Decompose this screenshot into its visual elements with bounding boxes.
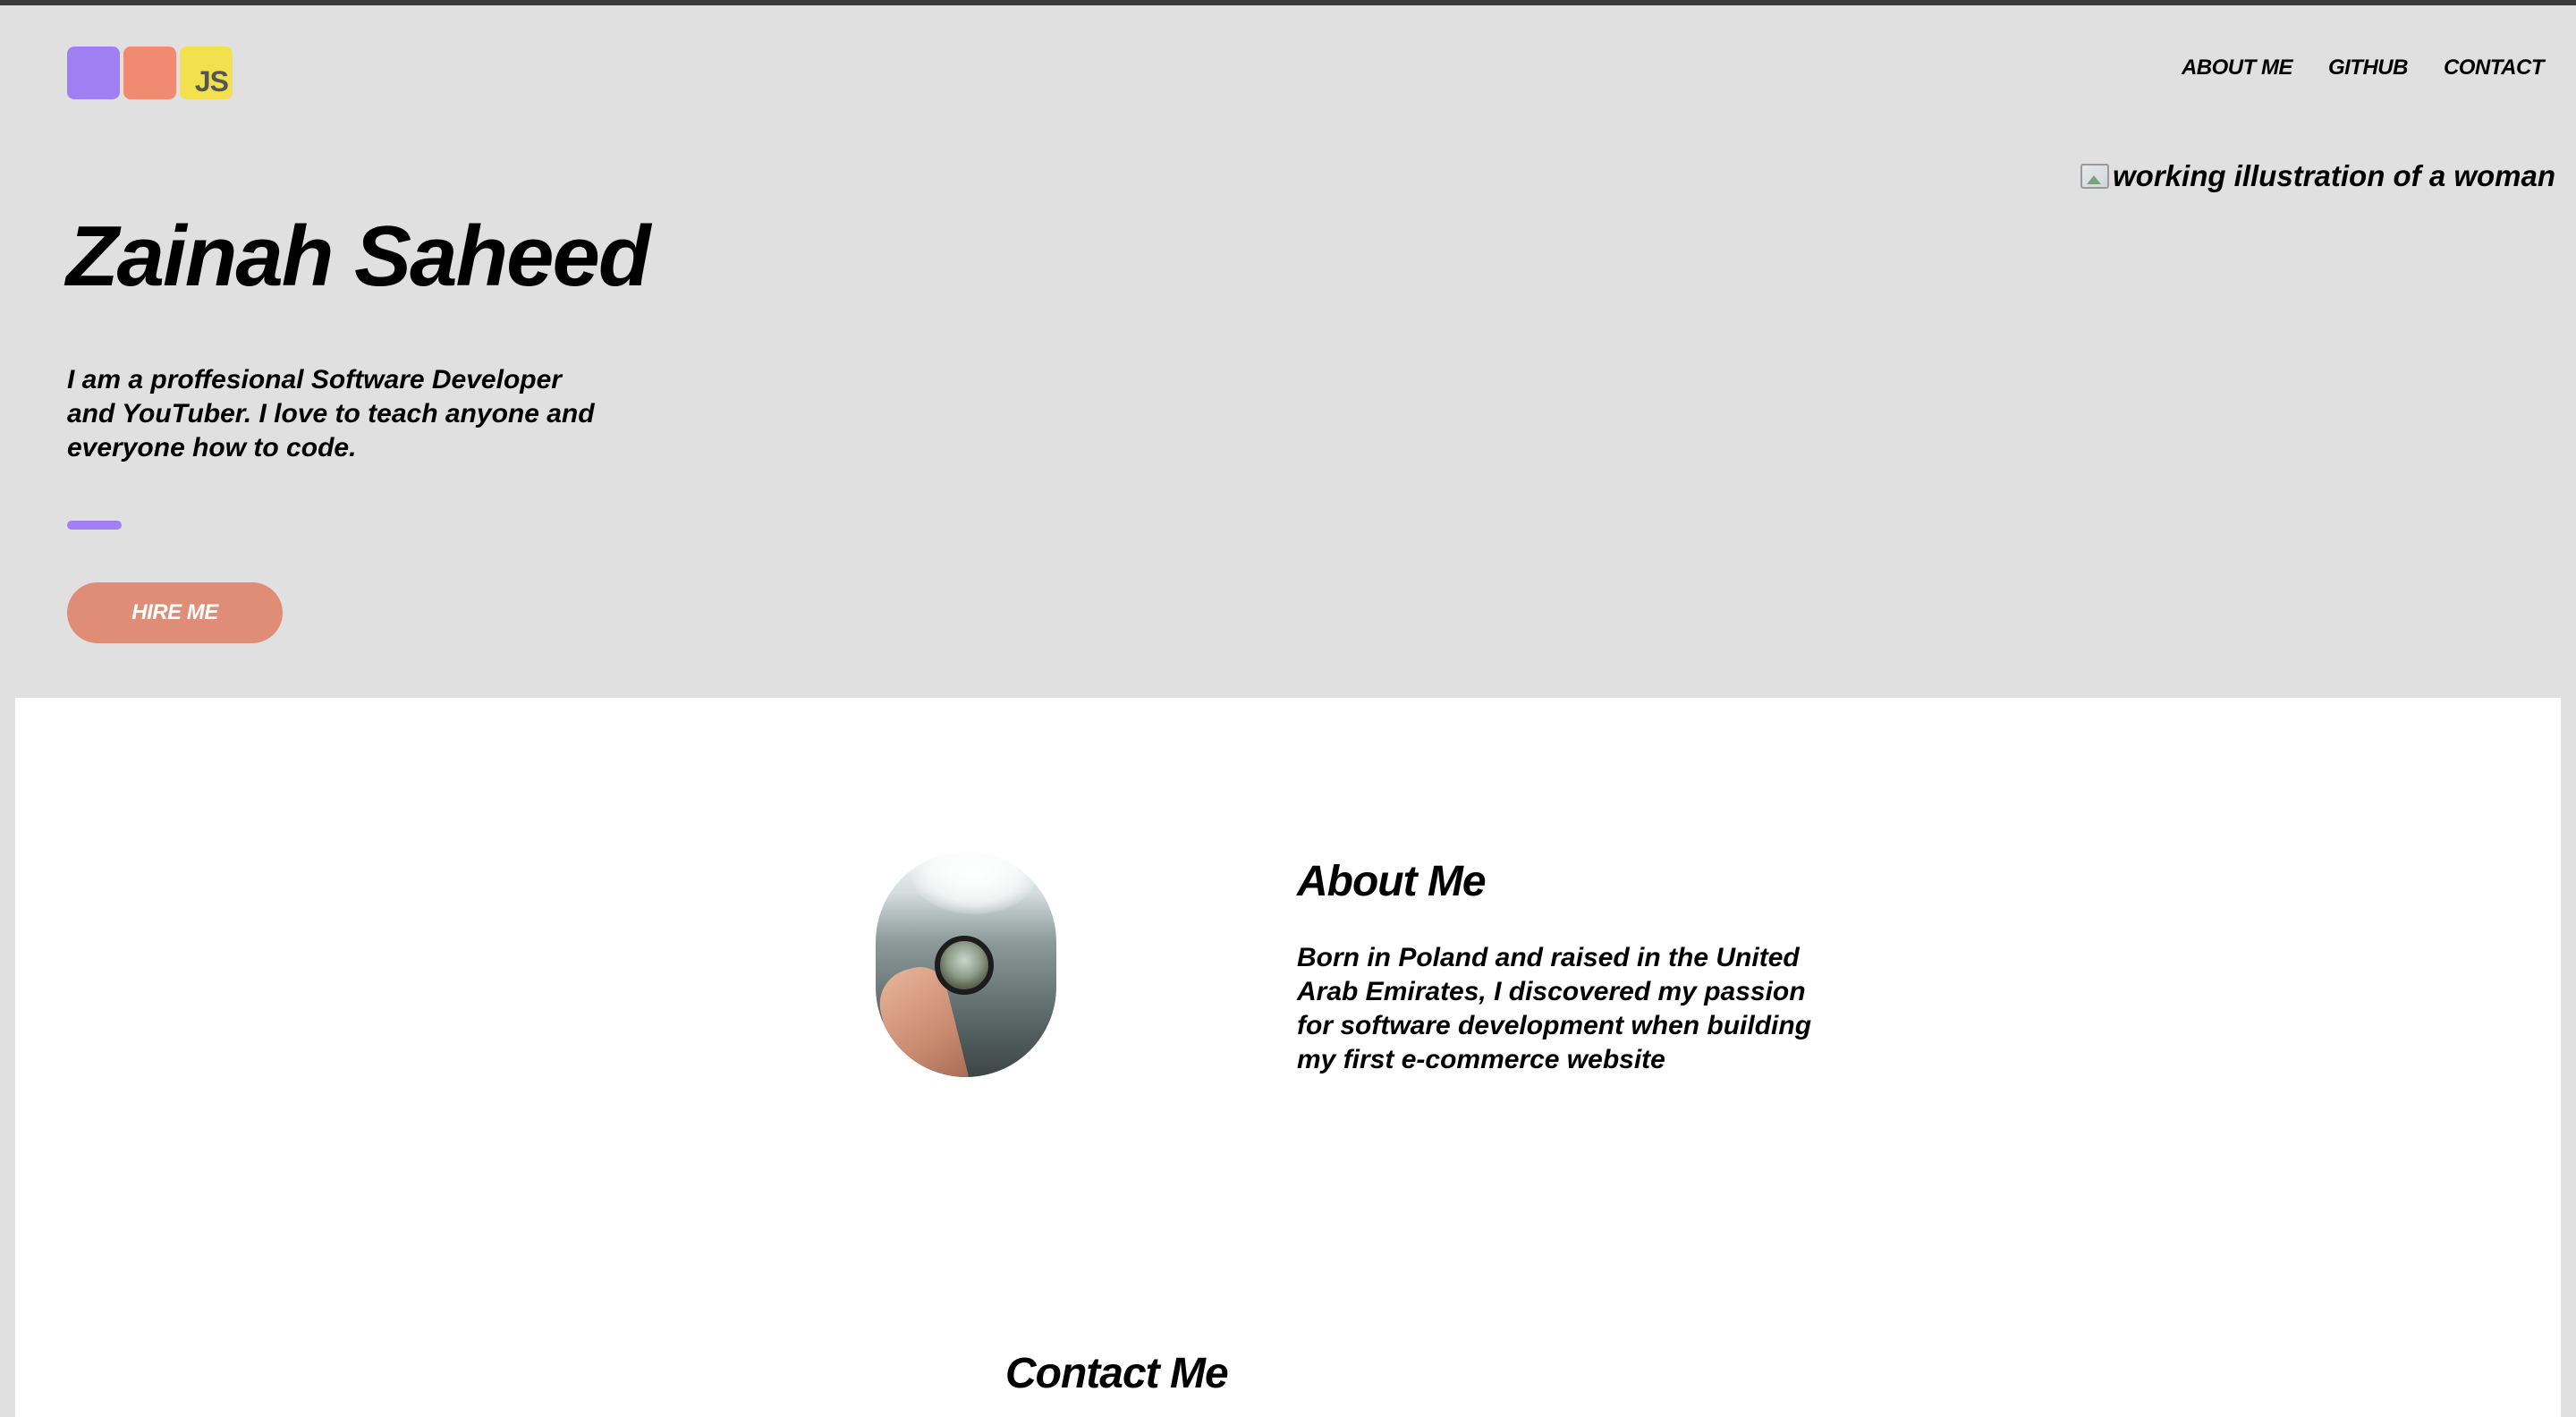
hero-title: Zainah Saheed — [66, 208, 651, 304]
about-photo — [876, 852, 1056, 1077]
hero-accent-bar — [67, 521, 122, 530]
nav-contact[interactable]: CONTACT — [2444, 55, 2545, 81]
hero-description: I am a proffesional Software Developer a… — [67, 365, 595, 462]
site-logo[interactable]: JS — [67, 47, 233, 99]
broken-image-icon — [2080, 164, 2109, 189]
logo-js-text: JS — [194, 65, 229, 98]
hero-illustration-broken-image: working illustration of a woman — [2080, 159, 2555, 193]
main-nav: ABOUT ME GITHUB CONTACT — [2182, 55, 2545, 81]
window-top-border — [0, 0, 2576, 5]
hire-me-button[interactable]: HIRE ME — [67, 582, 283, 643]
photo-lens — [935, 936, 994, 995]
logo-yellow-square: JS — [180, 47, 233, 99]
contact-title: Contact Me — [1005, 1350, 1229, 1397]
about-title: About Me — [1297, 858, 1487, 905]
logo-orange-square — [123, 47, 176, 99]
nav-about-me[interactable]: ABOUT ME — [2182, 55, 2293, 81]
nav-github[interactable]: GITHUB — [2328, 55, 2409, 81]
main-content-section: About Me Born in Poland and raised in th… — [15, 698, 2561, 1417]
hero-illustration-alt-text: working illustration of a woman — [2113, 159, 2556, 192]
logo-purple-square — [67, 47, 120, 99]
photo-mist — [911, 852, 1037, 914]
about-text: Born in Poland and raised in the United … — [1297, 943, 1812, 1074]
